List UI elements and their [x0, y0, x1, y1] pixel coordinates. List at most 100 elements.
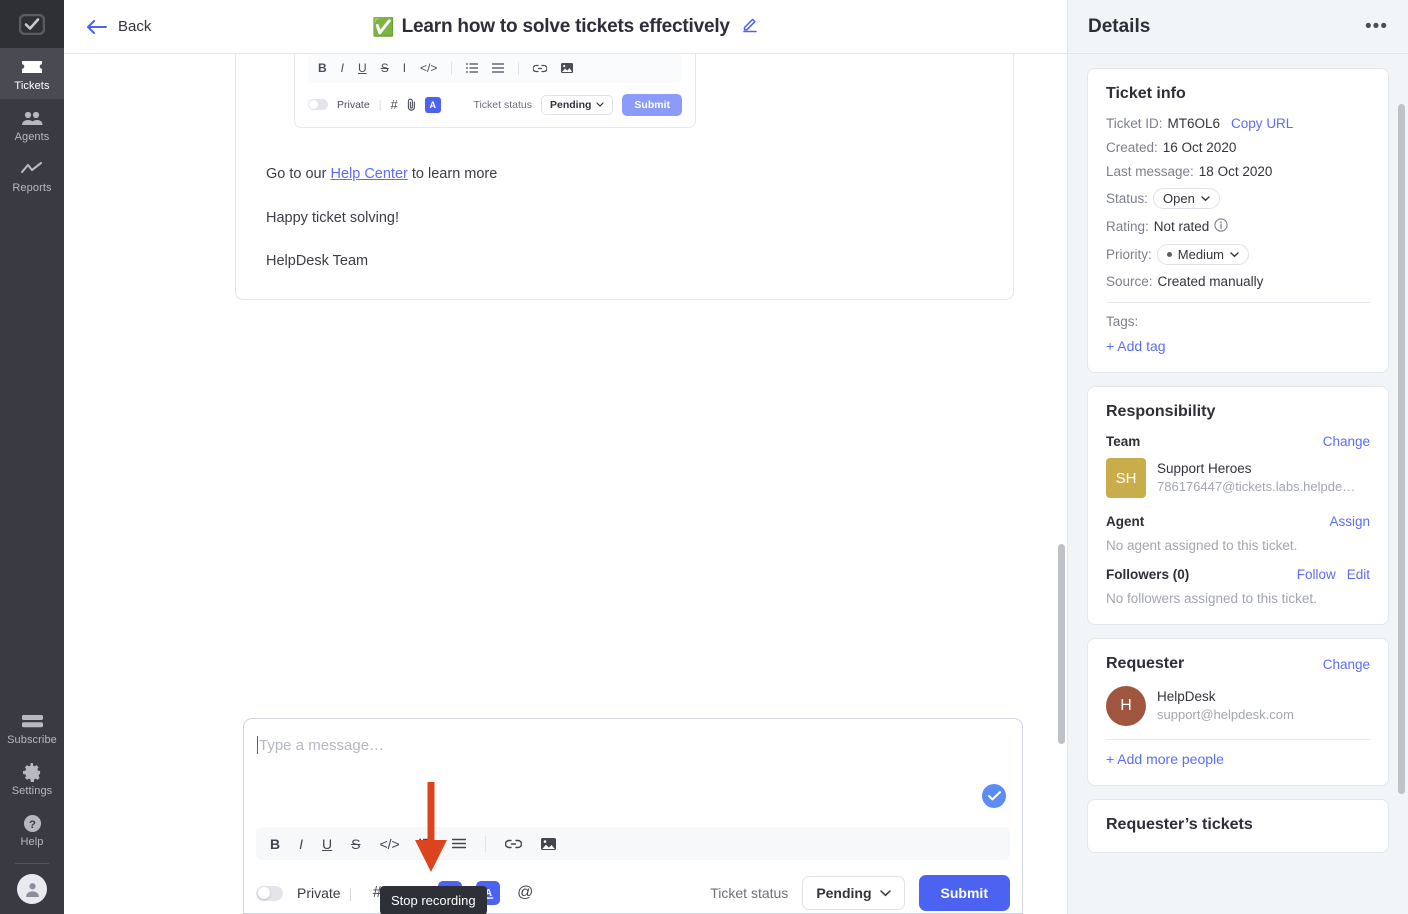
add-more-people-link[interactable]: + Add more people	[1106, 751, 1370, 767]
sidebar-label-tickets: Tickets	[14, 80, 50, 92]
created-value: 16 Oct 2020	[1162, 140, 1237, 155]
requester-change-link[interactable]: Change	[1323, 657, 1370, 672]
status-badge[interactable]: Open	[1153, 188, 1220, 209]
responsibility-card: Responsibility Team Change SH Support He…	[1087, 386, 1389, 625]
message-body: Source: Created manually Tags: + Add tag	[236, 54, 1013, 273]
sidebar-label-help: Help	[20, 836, 44, 848]
top-bar: Back ✅ Learn how to solve tickets effect…	[64, 0, 1067, 54]
image-icon[interactable]	[540, 837, 556, 850]
embedded-attachment-icon	[407, 98, 416, 111]
copy-url-link[interactable]: Copy URL	[1231, 116, 1293, 131]
details-scrollbar[interactable]	[1398, 104, 1405, 794]
bullet-list-icon[interactable]	[451, 838, 466, 849]
ticket-status-label: Ticket status	[710, 885, 789, 901]
ticket-info-divider	[1106, 302, 1370, 303]
avatar[interactable]	[17, 874, 47, 904]
requester-avatar: H	[1106, 686, 1146, 726]
image-icon	[561, 63, 574, 74]
sidebar-label-settings: Settings	[11, 785, 53, 797]
ticket-status-select[interactable]: Pending	[802, 876, 905, 910]
spellcheck-status-icon[interactable]	[982, 784, 1006, 808]
sidebar-label-subscribe: Subscribe	[7, 734, 57, 746]
chevron-down-icon	[1201, 195, 1210, 201]
embedded-private-label: Private	[337, 98, 370, 111]
follow-link[interactable]: Follow	[1297, 567, 1336, 582]
sidebar-item-settings[interactable]: Settings	[0, 753, 64, 804]
private-toggle[interactable]	[256, 885, 283, 901]
action-divider: |	[348, 885, 353, 901]
sidebar-item-agents[interactable]: Agents	[0, 99, 64, 150]
main-column: Back ✅ Learn how to solve tickets effect…	[64, 0, 1068, 914]
sidebar-item-subscribe[interactable]: Subscribe	[0, 702, 64, 753]
link-icon[interactable]	[504, 839, 522, 849]
source-row: Source: Created manually	[1106, 274, 1370, 289]
followers-edit-link[interactable]: Edit	[1347, 567, 1370, 582]
priority-badge[interactable]: Medium	[1156, 244, 1250, 265]
followers-empty-text: No followers assigned to this ticket.	[1106, 591, 1317, 606]
ticket-id-value: MT6OL6	[1167, 116, 1221, 131]
details-body[interactable]: Ticket info Ticket ID: MT6OL6 Copy URL C…	[1068, 54, 1408, 914]
help-center-suffix: to learn more	[407, 165, 498, 182]
more-horizontal-icon[interactable]: •••	[1365, 17, 1388, 36]
code-icon[interactable]: </>	[379, 836, 399, 852]
ticket-info-card: Ticket info Ticket ID: MT6OL6 Copy URL C…	[1087, 68, 1389, 373]
requester-tickets-heading: Requester’s tickets	[1106, 816, 1253, 833]
embedded-ticket-status-select: Pending	[540, 94, 614, 115]
info-icon[interactable]	[1214, 218, 1228, 235]
followers-section-header: Followers (0) Follow Edit	[1106, 567, 1370, 582]
embedded-status-value: Pending	[549, 98, 592, 111]
app-logo[interactable]	[0, 0, 64, 48]
requester-name: HelpDesk	[1157, 689, 1216, 705]
underline-icon[interactable]: U	[322, 836, 332, 852]
team-info: Support Heroes 786176447@tickets.labs.he…	[1157, 460, 1355, 496]
embedded-submit-button: Submit	[622, 93, 682, 116]
tags-label-row: Tags:	[1106, 314, 1139, 329]
mention-icon[interactable]: @	[514, 882, 536, 904]
arrow-left-icon	[87, 19, 107, 34]
source-value: Created manually	[1157, 274, 1264, 289]
strikethrough-icon[interactable]: S	[351, 836, 360, 852]
annotation-arrow-icon	[415, 782, 447, 872]
help-center-line: Go to our Help Center to learn more	[266, 164, 997, 186]
back-label: Back	[118, 18, 152, 35]
add-tag-link[interactable]: + Add tag	[1106, 338, 1370, 354]
embedded-private-toggle	[308, 99, 328, 111]
page-title: ✅ Learn how to solve tickets effectively	[64, 15, 1067, 38]
reply-editor-box[interactable]: Type a message… B I U S </> Private | # …	[243, 718, 1023, 914]
back-button[interactable]: Back	[86, 18, 151, 35]
conversation-scrollbar[interactable]	[1058, 544, 1065, 744]
conversation-scroll-area[interactable]: Source: Created manually Tags: + Add tag	[64, 54, 1067, 914]
left-sidebar: Tickets Agents Reports Subscribe Setting…	[0, 0, 64, 914]
page-title-text: Learn how to solve tickets effectively	[401, 15, 730, 37]
embedded-editor-toolbar: B I U S I </>	[308, 54, 682, 83]
strikethrough-icon: S	[380, 61, 389, 76]
helpdesk-logo-icon	[19, 13, 45, 35]
bold-icon[interactable]: B	[270, 836, 280, 852]
details-header: Details •••	[1068, 0, 1408, 54]
sidebar-divider	[15, 863, 49, 864]
checkmark-emoji: ✅	[372, 16, 395, 37]
stop-recording-tooltip: Stop recording	[380, 886, 487, 914]
reply-action-bar: Private | # A @ Ticket status Pending Su…	[256, 875, 1010, 911]
help-center-link[interactable]: Help Center	[330, 166, 407, 182]
underline-icon: U	[358, 61, 367, 76]
closing-line-2: HelpDesk Team	[266, 253, 369, 270]
agent-section-header: Agent Assign	[1106, 514, 1370, 529]
text-cursor-icon: I	[402, 61, 407, 76]
italic-icon[interactable]: I	[299, 836, 303, 852]
sidebar-item-reports[interactable]: Reports	[0, 150, 64, 201]
text-caret	[257, 736, 258, 754]
sidebar-item-tickets[interactable]: Tickets	[0, 48, 64, 99]
requester-card: Requester Change H HelpDesk support@help…	[1087, 638, 1389, 786]
embedded-font-color-icon: A	[424, 96, 441, 113]
sidebar-label-reports: Reports	[12, 182, 52, 194]
sidebar-item-help[interactable]: ? Help	[0, 804, 64, 855]
team-change-link[interactable]: Change	[1323, 434, 1370, 449]
submit-button[interactable]: Submit	[918, 875, 1010, 911]
embedded-hash-icon: #	[390, 97, 398, 113]
pencil-icon[interactable]	[741, 15, 759, 38]
bold-icon: B	[318, 61, 327, 76]
rating-value: Not rated	[1153, 219, 1210, 234]
agent-assign-link[interactable]: Assign	[1329, 514, 1370, 529]
source-label: Source:	[1106, 274, 1153, 289]
